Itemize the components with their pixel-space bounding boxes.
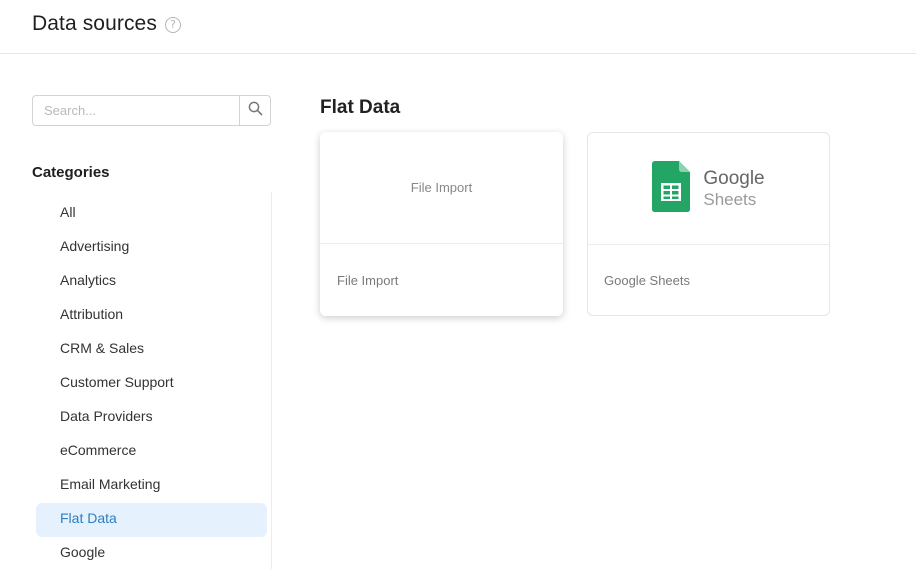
category-item-crm-sales[interactable]: CRM & Sales [36, 333, 267, 367]
search-box [32, 95, 271, 126]
page-header: Data sources ? [0, 0, 916, 54]
category-item-analytics[interactable]: Analytics [36, 265, 267, 299]
card-label: Google Sheets [604, 273, 691, 288]
logo-brand-text: Google [703, 167, 765, 189]
category-item-email-marketing[interactable]: Email Marketing [36, 469, 267, 503]
category-item-data-providers[interactable]: Data Providers [36, 401, 267, 435]
card-image-area: File Import [320, 132, 563, 244]
file-import-image-text: File Import [410, 180, 473, 195]
sidebar-divider [271, 192, 272, 569]
category-item-attribution[interactable]: Attribution [36, 299, 267, 333]
category-list: All Advertising Analytics Attribution CRM & … [36, 197, 267, 569]
section-title: Flat Data [320, 97, 401, 118]
card-label: File Import [337, 273, 399, 288]
google-sheets-logo: Google Sheets [652, 160, 765, 217]
category-item-ecommerce[interactable]: eCommerce [36, 435, 267, 469]
category-item-flat-data[interactable]: Flat Data [36, 503, 267, 537]
google-sheets-icon [652, 160, 691, 217]
search-icon [248, 101, 263, 121]
category-item-customer-support[interactable]: Customer Support [36, 367, 267, 401]
google-sheets-card[interactable]: Google Sheets Google Sheets [587, 132, 830, 316]
logo-product-text: Sheets [703, 189, 757, 209]
search-button[interactable] [239, 96, 270, 125]
category-item-all[interactable]: All [36, 197, 267, 231]
help-icon[interactable]: ? [165, 17, 181, 33]
categories-title: Categories [32, 164, 110, 181]
search-input[interactable] [33, 96, 240, 125]
page-title: Data sources [32, 12, 157, 35]
category-item-google[interactable]: Google [36, 537, 267, 569]
card-image-area: Google Sheets [588, 133, 829, 245]
file-import-card[interactable]: File Import File Import [320, 132, 563, 316]
category-item-advertising[interactable]: Advertising [36, 231, 267, 265]
